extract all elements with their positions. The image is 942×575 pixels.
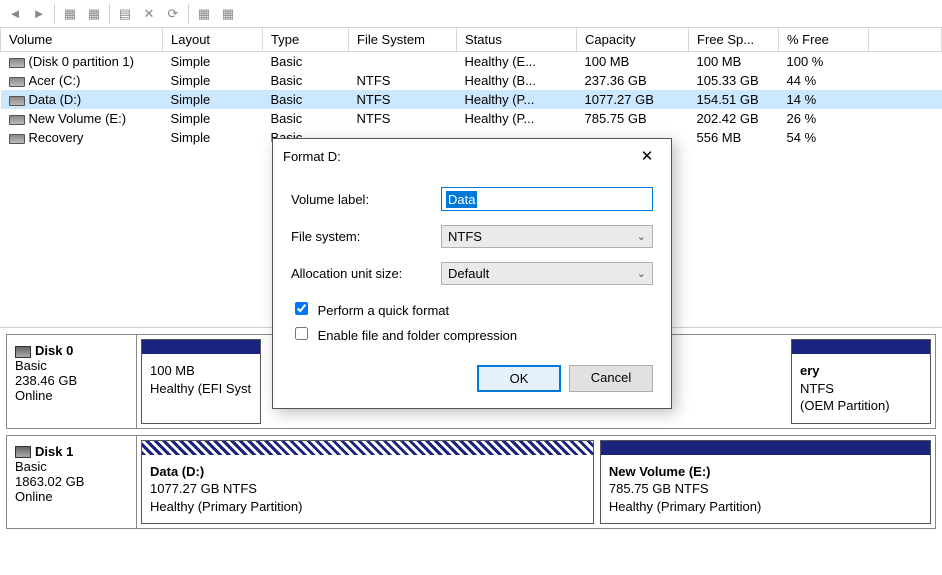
volume-row[interactable]: (Disk 0 partition 1)SimpleBasicHealthy (… [1,52,942,72]
toolbar-back-icon[interactable]: ◄ [4,3,26,25]
partition[interactable]: Data (D:)1077.27 GB NTFSHealthy (Primary… [141,440,594,525]
column-header[interactable]: Type [263,28,349,52]
disk-icon [15,346,31,358]
chevron-down-icon: ⌄ [637,230,646,243]
column-header[interactable]: Volume [1,28,163,52]
toolbar-btn-icon[interactable]: ▦ [217,3,239,25]
volume-label-label: Volume label: [291,192,441,207]
volume-row[interactable]: New Volume (E:)SimpleBasicNTFSHealthy (P… [1,109,942,128]
partition[interactable]: 100 MBHealthy (EFI Syst [141,339,261,424]
column-header[interactable]: Capacity [577,28,689,52]
column-header[interactable]: Status [457,28,577,52]
toolbar-btn-icon[interactable]: ✕ [138,3,160,25]
alloc-label: Allocation unit size: [291,266,441,281]
column-header[interactable]: % Free [779,28,869,52]
column-header[interactable]: Free Sp... [689,28,779,52]
partition[interactable]: New Volume (E:)785.75 GB NTFSHealthy (Pr… [600,440,931,525]
disk-row: Disk 1Basic1863.02 GBOnlineData (D:)1077… [6,435,936,530]
volume-row[interactable]: Data (D:)SimpleBasicNTFSHealthy (P...107… [1,90,942,109]
ok-button[interactable]: OK [477,365,561,392]
dialog-title: Format D: [283,149,341,164]
volume-icon [9,58,25,68]
volume-row[interactable]: Acer (C:)SimpleBasicNTFSHealthy (B...237… [1,71,942,90]
disk-icon [15,446,31,458]
filesystem-select[interactable]: NTFS ⌄ [441,225,653,248]
format-dialog: Format D: ✕ Volume label: Data File syst… [272,138,672,409]
column-header[interactable]: File System [349,28,457,52]
toolbar-btn-icon[interactable]: ▤ [114,3,136,25]
volume-label-input[interactable]: Data [441,187,653,211]
disk-info: Disk 1Basic1863.02 GBOnline [7,436,137,529]
disk-info: Disk 0Basic238.46 GBOnline [7,335,137,428]
quick-format-checkbox[interactable]: Perform a quick format [291,299,653,318]
filesystem-label: File system: [291,229,441,244]
toolbar: ◄ ► ▦ ▦ ▤ ✕ ⟳ ▦ ▦ [0,0,942,28]
toolbar-fwd-icon[interactable]: ► [28,3,50,25]
column-header[interactable]: Layout [163,28,263,52]
volume-table[interactable]: VolumeLayoutTypeFile SystemStatusCapacit… [0,28,942,147]
toolbar-btn-icon[interactable]: ⟳ [162,3,184,25]
toolbar-btn-icon[interactable]: ▦ [193,3,215,25]
close-icon[interactable]: ✕ [633,145,661,167]
cancel-button[interactable]: Cancel [569,365,653,392]
volume-icon [9,96,25,106]
compression-checkbox[interactable]: Enable file and folder compression [291,324,653,343]
partition[interactable]: eryNTFS(OEM Partition) [791,339,931,424]
volume-icon [9,115,25,125]
alloc-select[interactable]: Default ⌄ [441,262,653,285]
chevron-down-icon: ⌄ [637,267,646,280]
volume-icon [9,77,25,87]
volume-icon [9,134,25,144]
toolbar-btn-icon[interactable]: ▦ [83,3,105,25]
toolbar-btn-icon[interactable]: ▦ [59,3,81,25]
